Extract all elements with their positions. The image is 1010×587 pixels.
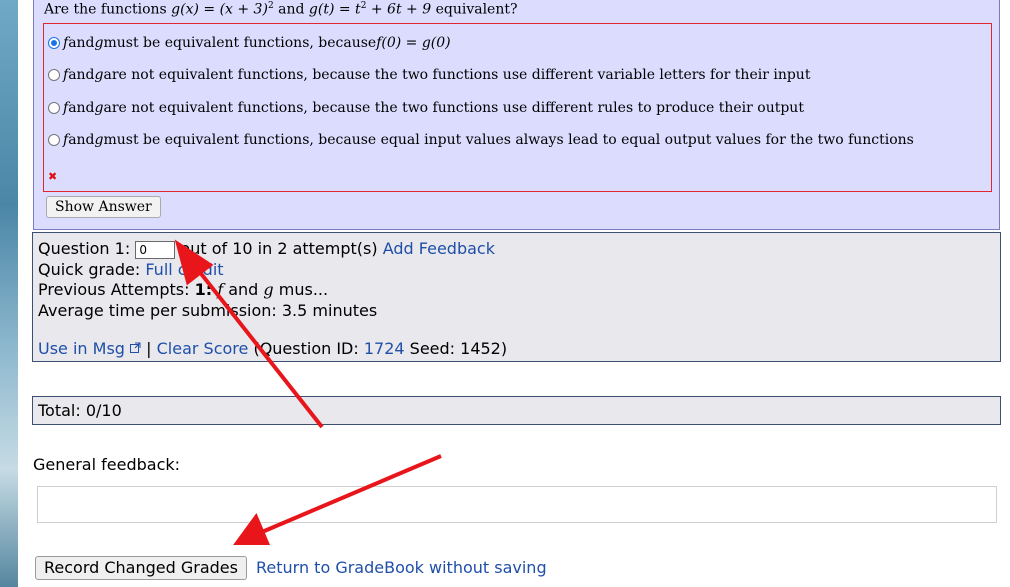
attempt-text: and bbox=[223, 280, 264, 299]
score-input[interactable]: 0 bbox=[135, 240, 176, 259]
question-text: Are the functions g(x) = (x + 3)2 and g(… bbox=[44, 1, 518, 18]
score-line: Question 1: 0 out of 10 in 2 attempt(s) … bbox=[38, 239, 495, 260]
radio[interactable] bbox=[48, 102, 60, 114]
background-strip bbox=[0, 0, 18, 587]
question-id-link[interactable]: 1724 bbox=[364, 339, 405, 358]
average-time: Average time per submission: 3.5 minutes bbox=[38, 301, 378, 320]
use-in-msg-link[interactable]: Use in Msg bbox=[38, 339, 125, 358]
answer-choices: f and g must be equivalent functions, be… bbox=[43, 23, 992, 192]
radio[interactable] bbox=[48, 134, 60, 146]
general-feedback-label: General feedback: bbox=[33, 455, 181, 474]
close-paren: ) bbox=[500, 339, 508, 358]
attempt-f: f bbox=[212, 280, 224, 299]
question-id-label: (Question ID: bbox=[248, 339, 364, 358]
question-label: Question 1: bbox=[38, 239, 131, 258]
external-link-icon bbox=[130, 342, 141, 353]
seed-label: Seed: bbox=[404, 339, 461, 358]
separator: | bbox=[141, 339, 157, 358]
question-panel: Are the functions g(x) = (x + 3)2 and g(… bbox=[33, 0, 1000, 230]
record-changed-grades-button[interactable]: Record Changed Grades bbox=[35, 556, 247, 580]
seed-value: 1452 bbox=[460, 339, 501, 358]
choice-2[interactable]: f and g are not equivalent functions, be… bbox=[48, 66, 810, 84]
attempt-number: 1: bbox=[194, 280, 213, 299]
grading-panel: Question 1: 0 out of 10 in 2 attempt(s) … bbox=[32, 232, 1001, 362]
radio-selected[interactable] bbox=[48, 37, 60, 49]
quick-grade-label: Quick grade: bbox=[38, 260, 146, 279]
general-feedback-field[interactable] bbox=[37, 486, 997, 523]
score-out-of: out of 10 in 2 attempt(s) bbox=[175, 239, 383, 258]
quick-grade-line: Quick grade: Full credit bbox=[38, 260, 224, 281]
previous-attempts-line: Previous Attempts: 1: f and g mus... bbox=[38, 280, 328, 301]
clear-score-link[interactable]: Clear Score bbox=[157, 339, 249, 358]
choice-4[interactable]: f and g must be equivalent functions, be… bbox=[48, 131, 914, 149]
question-links-line: Use in Msg | Clear Score (Question ID: 1… bbox=[38, 339, 507, 360]
incorrect-icon: ✖ bbox=[48, 170, 58, 183]
attempt-rest: mus... bbox=[273, 280, 329, 299]
total-score: Total: 0/10 bbox=[32, 396, 1001, 425]
previous-attempts-label: Previous Attempts: bbox=[38, 280, 195, 299]
choice-1[interactable]: f and g must be equivalent functions, be… bbox=[48, 34, 451, 52]
show-answer-button[interactable]: Show Answer bbox=[46, 196, 161, 218]
add-feedback-link[interactable]: Add Feedback bbox=[383, 239, 495, 258]
full-credit-link[interactable]: Full credit bbox=[145, 260, 223, 279]
radio[interactable] bbox=[48, 69, 60, 81]
attempt-g: g bbox=[263, 280, 274, 299]
return-to-gradebook-link[interactable]: Return to GradeBook without saving bbox=[256, 558, 547, 577]
choice-3[interactable]: f and g are not equivalent functions, be… bbox=[48, 99, 804, 117]
